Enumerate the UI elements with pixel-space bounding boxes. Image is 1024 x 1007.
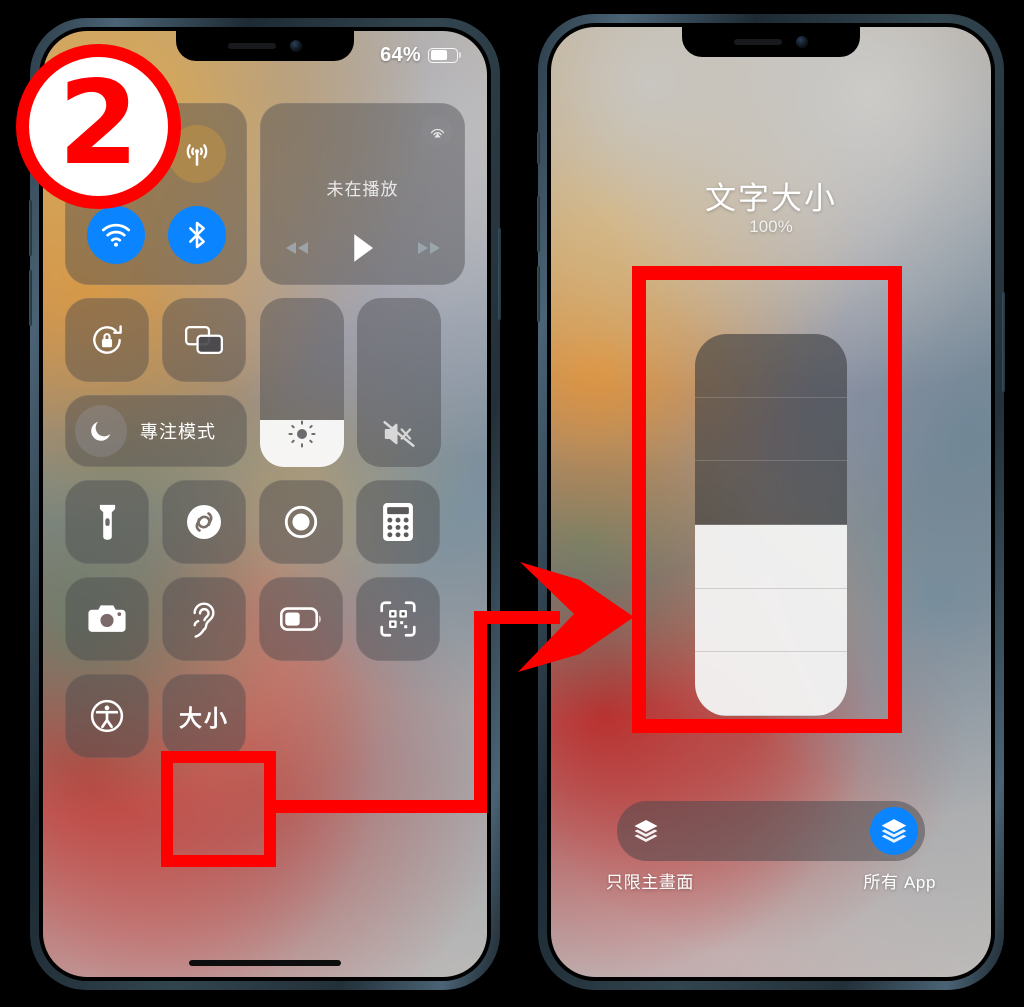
cellular-antenna-icon bbox=[186, 143, 207, 166]
hearing-shortcut[interactable] bbox=[162, 577, 246, 661]
qr-code-icon bbox=[380, 601, 416, 637]
step-number-badge: 2 bbox=[16, 44, 181, 209]
power-button[interactable] bbox=[498, 228, 501, 320]
step-number-label: 2 bbox=[58, 55, 139, 191]
volume-down-button-right[interactable] bbox=[537, 266, 540, 322]
accessibility-icon bbox=[90, 699, 124, 733]
notch-right bbox=[682, 27, 860, 57]
screen-record-toggle[interactable] bbox=[259, 480, 343, 564]
shazam-icon bbox=[187, 505, 221, 539]
bluetooth-toggle[interactable] bbox=[167, 205, 226, 264]
pointer-arrow bbox=[518, 562, 634, 672]
brightness-slider[interactable] bbox=[260, 298, 344, 467]
front-camera-icon-right bbox=[796, 36, 808, 48]
battery-low-power-icon bbox=[280, 607, 321, 631]
volume-down-button[interactable] bbox=[29, 270, 32, 326]
scope-right-label: 所有 App bbox=[863, 873, 936, 892]
connector-segment-vertical bbox=[474, 611, 487, 813]
media-controls bbox=[260, 233, 465, 263]
rotation-lock-toggle[interactable] bbox=[65, 298, 149, 382]
volume-up-button-right[interactable] bbox=[537, 196, 540, 252]
layers-icon bbox=[881, 819, 907, 843]
scope-toggle-labels: 只限主畫面 所有 App bbox=[606, 868, 936, 893]
text-size-panel-title: 文字大小 bbox=[705, 181, 837, 216]
power-button-right[interactable] bbox=[1002, 292, 1005, 392]
screen-mirroring-toggle[interactable] bbox=[162, 298, 246, 382]
earpiece-speaker-right bbox=[734, 39, 782, 45]
screen-record-icon bbox=[284, 505, 318, 539]
volume-slider[interactable] bbox=[357, 298, 441, 467]
brightness-icon bbox=[288, 420, 316, 448]
calculator-icon bbox=[383, 503, 413, 541]
bluetooth-icon bbox=[188, 221, 205, 248]
camera-shortcut[interactable] bbox=[65, 577, 149, 661]
low-power-mode-toggle[interactable] bbox=[259, 577, 343, 661]
now-playing-module[interactable]: 未在播放 bbox=[260, 103, 465, 285]
flashlight-icon bbox=[99, 504, 115, 540]
notch bbox=[176, 31, 354, 61]
highlight-box-text-size-slider bbox=[632, 266, 902, 733]
text-size-scope-toggle[interactable] bbox=[617, 801, 925, 861]
scope-all-apps-option[interactable] bbox=[870, 807, 918, 855]
accessibility-shortcut[interactable] bbox=[65, 674, 149, 758]
battery-status: 64% bbox=[380, 44, 461, 67]
earpiece-speaker bbox=[228, 43, 276, 49]
airplay-button[interactable] bbox=[422, 116, 452, 146]
code-scanner-shortcut[interactable] bbox=[356, 577, 440, 661]
layers-icon bbox=[634, 820, 658, 842]
battery-icon bbox=[428, 47, 458, 63]
shazam-shortcut[interactable] bbox=[162, 480, 246, 564]
cc-row-middle: 專注模式 bbox=[65, 298, 465, 467]
calculator-shortcut[interactable] bbox=[356, 480, 440, 564]
front-camera-icon bbox=[290, 40, 302, 52]
play-icon[interactable] bbox=[350, 233, 376, 263]
highlight-box-text-size-button bbox=[161, 751, 276, 867]
connector-segment-horizontal-lower bbox=[272, 800, 487, 813]
moon-icon bbox=[91, 421, 111, 441]
mute-bell-icon bbox=[383, 420, 415, 448]
focus-mode-toggle[interactable]: 專注模式 bbox=[65, 395, 247, 467]
cc-shortcuts-row-2 bbox=[65, 577, 465, 661]
cc-left-column: 專注模式 bbox=[65, 298, 247, 467]
volume-up-button[interactable] bbox=[29, 200, 32, 256]
home-indicator[interactable] bbox=[189, 960, 341, 966]
scope-home-screen-option[interactable] bbox=[624, 809, 668, 853]
ear-icon bbox=[193, 602, 215, 638]
wifi-icon bbox=[101, 223, 130, 247]
wifi-toggle[interactable] bbox=[86, 205, 145, 264]
airplay-icon bbox=[430, 128, 444, 138]
focus-mode-label: 專注模式 bbox=[140, 422, 216, 442]
rotation-lock-icon bbox=[93, 325, 122, 354]
mute-switch-right[interactable] bbox=[537, 132, 540, 164]
screen-mirroring-icon bbox=[185, 326, 223, 354]
camera-icon bbox=[88, 605, 126, 632]
text-size-label: 大小 bbox=[179, 705, 229, 731]
flashlight-toggle[interactable] bbox=[65, 480, 149, 564]
text-size-shortcut[interactable]: 大小 bbox=[162, 674, 246, 758]
cc-shortcuts-row-1 bbox=[65, 480, 465, 564]
text-size-percent-label: 100% bbox=[749, 217, 793, 236]
scope-left-label: 只限主畫面 bbox=[606, 873, 694, 892]
rewind-icon[interactable] bbox=[284, 239, 310, 257]
now-playing-title: 未在播放 bbox=[326, 180, 399, 199]
fastforward-icon[interactable] bbox=[416, 239, 442, 257]
cc-shortcuts-row-3: 大小 bbox=[65, 674, 465, 758]
battery-percent-label: 64% bbox=[380, 43, 421, 66]
focus-icon-circle bbox=[75, 405, 127, 457]
screenshot-stage: 64% 未在播放 專注模式 大小 文字大小 100% 只限主畫面 所有 App … bbox=[0, 0, 1024, 1007]
